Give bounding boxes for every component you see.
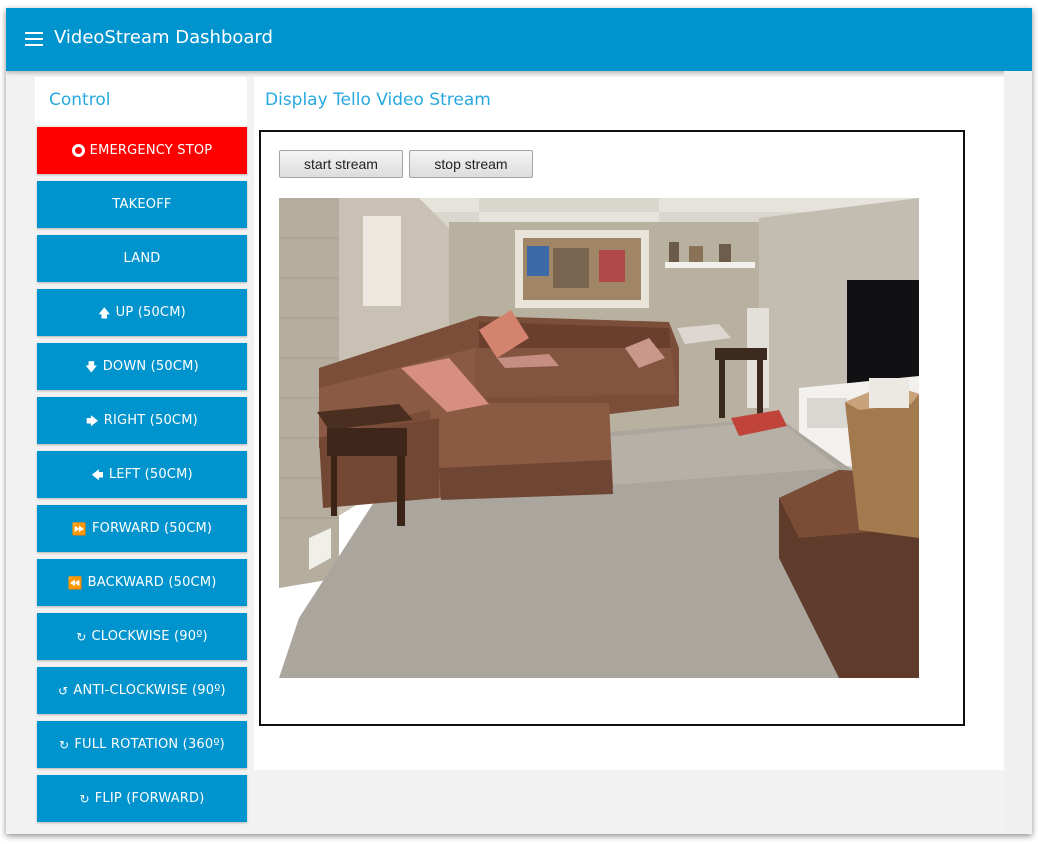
rotate-right-icon: ↻ [79,791,90,806]
menu-icon[interactable] [25,32,43,46]
button-label: LAND [123,251,161,266]
arrow-down-icon: 🡇 [85,359,98,374]
down-button[interactable]: 🡇 DOWN (50CM) [37,343,247,390]
emergency-stop-button[interactable]: EMERGENCY STOP [37,127,247,174]
video-panel-title: Display Tello Video Stream [265,90,491,110]
full-rotation-button[interactable]: ↻ FULL ROTATION (360º) [37,721,247,768]
fast-backward-icon: ⏪ [67,575,83,590]
rotate-right-icon: ↻ [76,629,87,644]
video-stream-frame [279,198,919,678]
fast-forward-icon: ⏩ [71,521,87,536]
right-button[interactable]: 🡆 RIGHT (50CM) [37,397,247,444]
app-title: VideoStream Dashboard [54,27,273,48]
right-scroll-area [1004,71,1032,834]
top-app-bar: VideoStream Dashboard [6,8,1032,71]
button-label: UP (50CM) [115,305,186,320]
arrow-up-icon: 🡅 [98,305,111,320]
forward-button[interactable]: ⏩ FORWARD (50CM) [37,505,247,552]
land-button[interactable]: LAND [37,235,247,282]
rotate-right-icon: ↻ [59,737,70,752]
arrow-right-icon: 🡆 [86,413,99,428]
left-button[interactable]: 🡄 LEFT (50CM) [37,451,247,498]
button-label: FLIP (FORWARD) [94,791,205,806]
button-label: FULL ROTATION (360º) [74,737,225,752]
stream-container: start stream stop stream [259,130,965,726]
start-stream-button[interactable]: start stream [279,150,403,178]
button-label: RIGHT (50CM) [103,413,198,428]
rotate-left-icon: ↺ [58,683,69,698]
stop-circle-icon [71,144,85,157]
up-button[interactable]: 🡅 UP (50CM) [37,289,247,336]
button-label: FORWARD (50CM) [91,521,213,536]
button-label: TAKEOFF [112,197,172,212]
backward-button[interactable]: ⏪ BACKWARD (50CM) [37,559,247,606]
clockwise-button[interactable]: ↻ CLOCKWISE (90º) [37,613,247,660]
control-title: Control [49,90,111,110]
button-label: CLOCKWISE (90º) [91,629,208,644]
control-header: Control [35,77,247,125]
living-room-video-image [279,198,919,678]
dashboard-window: VideoStream Dashboard Control EMERGENCY … [6,8,1032,834]
stop-stream-button[interactable]: stop stream [409,150,533,178]
button-label: BACKWARD (50CM) [87,575,217,590]
button-label: LEFT (50CM) [108,467,193,482]
takeoff-button[interactable]: TAKEOFF [37,181,247,228]
video-panel: Display Tello Video Stream start stream … [254,77,1004,770]
button-label: EMERGENCY STOP [89,143,213,158]
button-label: DOWN (50CM) [102,359,199,374]
control-panel: Control EMERGENCY STOP TAKEOFF LAND 🡅 UP… [35,77,247,834]
button-label: ANTI-CLOCKWISE (90º) [73,683,226,698]
flip-forward-button[interactable]: ↻ FLIP (FORWARD) [37,775,247,822]
anti-clockwise-button[interactable]: ↺ ANTI-CLOCKWISE (90º) [37,667,247,714]
arrow-left-icon: 🡄 [91,467,104,482]
